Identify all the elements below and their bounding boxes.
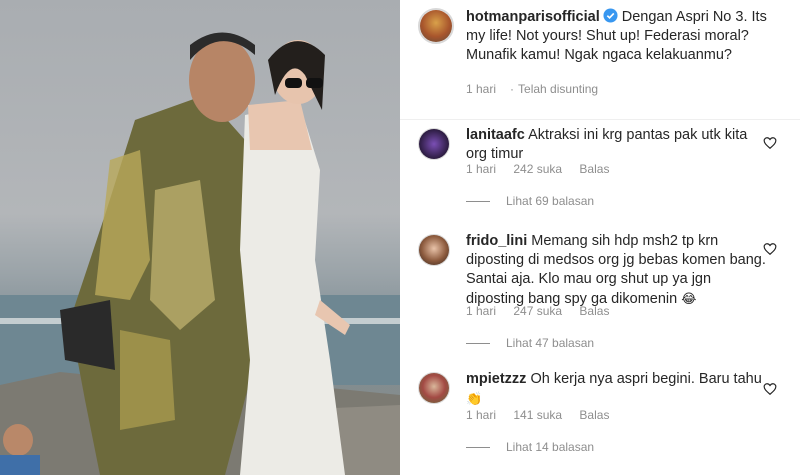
view-replies-button[interactable]: Lihat 47 balasan [466,336,594,350]
post-edited: Telah disunting [518,82,599,96]
view-replies-label: Lihat 47 balasan [506,336,595,350]
view-replies-label: Lihat 69 balasan [506,194,595,208]
photo-scene [0,32,400,475]
post-caption: hotmanparisofficial Dengan Aspri No 3. It… [466,8,786,65]
commenter-username[interactable]: lanitaafc [466,127,525,143]
commenter-avatar[interactable] [418,234,450,266]
comment-likes[interactable]: 247 suka [513,304,562,318]
author-avatar[interactable] [418,8,454,44]
post-photo[interactable] [0,0,400,475]
commenter-username[interactable]: frido_lini [466,233,527,249]
clapping-emoji-icon: 👏 [466,391,483,406]
comment-meta: 1 hari 247 suka Balas [466,304,623,318]
comment-item: lanitaafc Aktraksi ini krg pantas pak ut… [400,120,800,220]
replies-divider [466,446,490,448]
post-caption-block: hotmanparisofficial Dengan Aspri No 3. It… [400,0,800,120]
commenter-username[interactable]: mpietzzz [466,371,526,387]
view-replies-button[interactable]: Lihat 69 balasan [466,194,594,208]
comment-time[interactable]: 1 hari [466,304,496,318]
comment-meta: 1 hari 242 suka Balas [466,162,623,176]
child-head [3,424,33,456]
view-replies-label: Lihat 14 balasan [506,440,595,454]
author-username[interactable]: hotmanparisofficial [466,9,600,25]
comment-time[interactable]: 1 hari [466,162,496,176]
comment-meta: 1 hari 141 suka Balas [466,408,623,422]
comment-likes[interactable]: 242 suka [513,162,562,176]
commenter-avatar[interactable] [418,372,450,404]
replies-divider [466,342,490,344]
reply-button[interactable]: Balas [579,408,609,422]
verified-badge-icon [603,8,618,23]
commenter-avatar[interactable] [418,128,450,160]
view-replies-button[interactable]: Lihat 14 balasan [466,440,594,454]
heart-outline-icon[interactable] [763,136,777,150]
reply-button[interactable]: Balas [579,304,609,318]
laughing-emoji-icon: 😂 [681,291,697,306]
comment-text: frido_lini Memang sih hdp msh2 tp krn di… [466,232,766,309]
comment-time[interactable]: 1 hari [466,408,496,422]
comment-body: Oh kerja nya aspri begini. Baru tahu [530,371,762,387]
comment-item: frido_lini Memang sih hdp msh2 tp krn di… [400,226,800,366]
woman-dress [240,105,345,475]
comment-text: mpietzzz Oh kerja nya aspri begini. Baru… [466,370,766,409]
heart-outline-icon[interactable] [763,382,777,396]
reply-button[interactable]: Balas [579,162,609,176]
comments-panel: hotmanparisofficial Dengan Aspri No 3. It… [400,0,800,475]
comment-text: lanitaafc Aktraksi ini krg pantas pak ut… [466,126,766,164]
post-time[interactable]: 1 hari [466,82,496,96]
comment-likes[interactable]: 141 suka [513,408,562,422]
heart-outline-icon[interactable] [763,242,777,256]
post-meta: 1 hari · Telah disunting [466,82,599,96]
replies-divider [466,200,490,202]
comment-item: mpietzzz Oh kerja nya aspri begini. Baru… [400,366,800,475]
